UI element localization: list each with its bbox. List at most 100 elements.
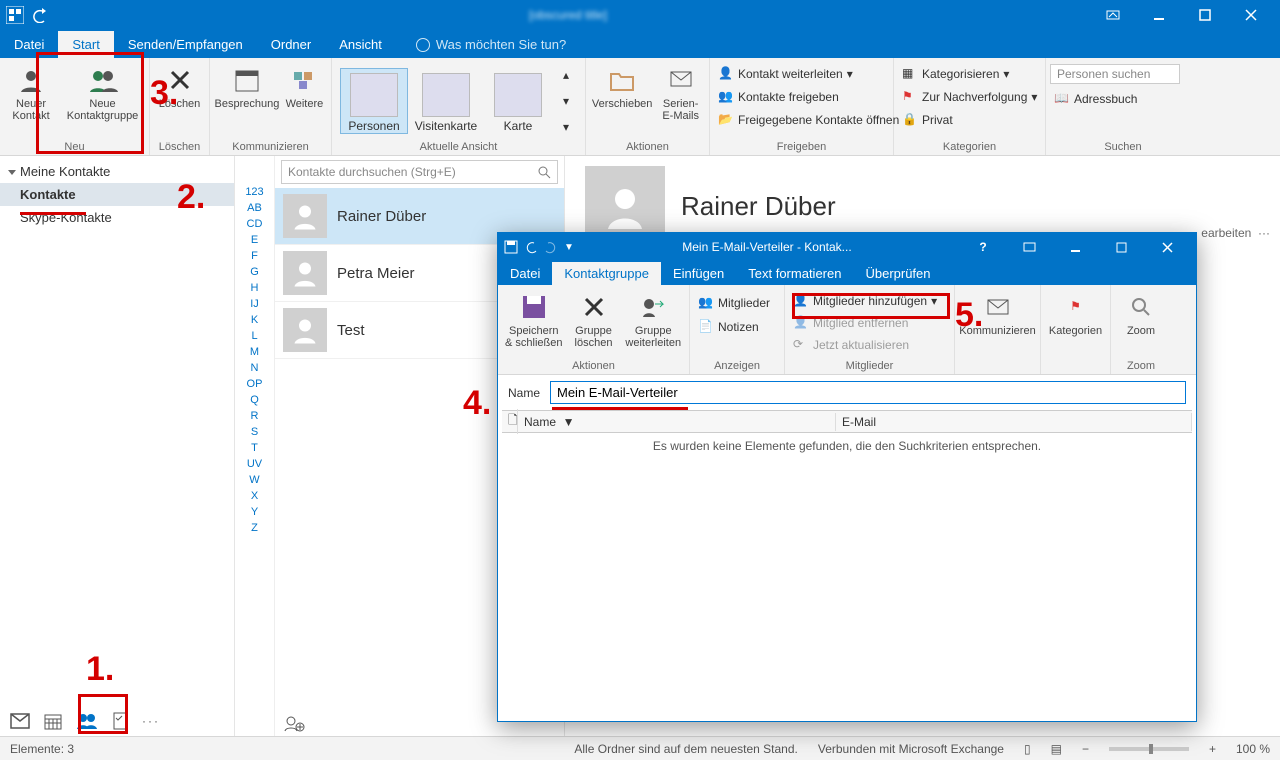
categories-button[interactable]: ⚑Kategorien xyxy=(1045,287,1106,337)
view-karte[interactable]: Karte xyxy=(484,69,552,133)
status-elements: Elemente: 3 xyxy=(10,742,74,756)
delete-group-button[interactable]: Gruppe löschen xyxy=(568,287,620,349)
add-members-button[interactable]: 👤Mitglieder hinzufügen ▾ xyxy=(789,291,941,311)
edit-link[interactable]: earbeiten ··· xyxy=(1201,226,1270,240)
search-icon[interactable] xyxy=(537,165,551,179)
tab-start[interactable]: Start xyxy=(58,31,113,58)
new-contact-group-button[interactable]: Neue Kontaktgruppe xyxy=(60,60,145,122)
ribbon-display-icon[interactable] xyxy=(1090,0,1136,30)
alpha-UV[interactable]: UV xyxy=(247,458,262,470)
alpha-H[interactable]: H xyxy=(251,282,259,294)
alpha-123[interactable]: 123 xyxy=(245,186,263,198)
tell-me[interactable]: Was möchten Sie tun? xyxy=(416,31,566,58)
child-tab-ueberpruefen[interactable]: Überprüfen xyxy=(853,262,942,285)
alpha-AB[interactable]: AB xyxy=(247,202,262,214)
alpha-OP[interactable]: OP xyxy=(247,378,263,390)
alpha-N[interactable]: N xyxy=(251,362,259,374)
undo-icon[interactable] xyxy=(30,7,46,23)
members-button[interactable]: 👥Mitglieder xyxy=(694,293,774,313)
alpha-T[interactable]: T xyxy=(251,442,258,454)
save-close-button[interactable]: Speichern & schließen xyxy=(502,287,566,349)
tab-senden[interactable]: Senden/Empfangen xyxy=(114,31,257,58)
alpha-X[interactable]: X xyxy=(251,490,258,502)
meeting-button[interactable]: Besprechung xyxy=(214,60,280,110)
open-shared-button[interactable]: 📂Freigegebene Kontakte öffnen xyxy=(714,110,903,130)
col-icon[interactable]: 🗋 xyxy=(502,409,518,434)
alpha-CD[interactable]: CD xyxy=(247,218,263,230)
expand-gallery-icon[interactable]: ▾ xyxy=(563,120,569,134)
tasks-icon[interactable] xyxy=(112,712,128,730)
alpha-R[interactable]: R xyxy=(251,410,259,422)
share-contacts-button[interactable]: 👥Kontakte freigeben xyxy=(714,87,843,107)
alpha-Y[interactable]: Y xyxy=(251,506,258,518)
alpha-Q[interactable]: Q xyxy=(250,394,259,406)
delete-button[interactable]: Löschen xyxy=(154,60,205,110)
calendar-icon[interactable] xyxy=(44,712,62,730)
move-button[interactable]: Verschieben xyxy=(590,60,654,110)
nav-header[interactable]: Meine Kontakte xyxy=(0,156,234,183)
child-tab-einfuegen[interactable]: Einfügen xyxy=(661,262,736,285)
col-name[interactable]: Name ▼ xyxy=(518,413,836,431)
more-nav-icon[interactable]: ··· xyxy=(142,714,160,728)
alpha-L[interactable]: L xyxy=(251,330,257,342)
tab-datei[interactable]: Datei xyxy=(0,31,58,58)
new-contact-button[interactable]: Neuer Kontakt xyxy=(4,60,58,122)
alpha-F[interactable]: F xyxy=(251,250,258,262)
zoom-button[interactable]: Zoom xyxy=(1115,287,1167,337)
alpha-S[interactable]: S xyxy=(251,426,258,438)
alpha-IJ[interactable]: IJ xyxy=(250,298,259,310)
help-icon[interactable]: ? xyxy=(960,232,1006,262)
child-tab-text[interactable]: Text formatieren xyxy=(736,262,853,285)
child-group-aktionen: Aktionen xyxy=(502,360,685,374)
tab-ansicht[interactable]: Ansicht xyxy=(325,31,396,58)
nav-item-skype[interactable]: Skype-Kontakte xyxy=(0,206,234,229)
zoom-icon xyxy=(1125,291,1157,323)
mailmerge-button[interactable]: Serien- E-Mails xyxy=(656,60,705,122)
close-icon[interactable] xyxy=(1228,0,1274,30)
save-icon[interactable] xyxy=(504,240,518,254)
alpha-K[interactable]: K xyxy=(251,314,258,326)
forward-group-button[interactable]: Gruppe weiterleiten xyxy=(621,287,685,349)
private-button[interactable]: 🔒Privat xyxy=(898,110,957,130)
addressbook-button[interactable]: 📖Adressbuch xyxy=(1050,89,1141,109)
minimize-icon[interactable] xyxy=(1052,232,1098,262)
tab-ordner[interactable]: Ordner xyxy=(257,31,325,58)
col-email[interactable]: E-Mail xyxy=(836,413,1192,431)
communicate-button[interactable]: Kommunizieren xyxy=(959,287,1036,337)
search-people-input[interactable]: Personen suchen xyxy=(1050,64,1180,84)
alpha-E[interactable]: E xyxy=(251,234,258,246)
undo-icon[interactable] xyxy=(524,240,538,254)
zoom-slider[interactable] xyxy=(1109,747,1189,751)
child-tab-kontaktgruppe[interactable]: Kontaktgruppe xyxy=(552,262,661,285)
zoom-in-icon[interactable]: + xyxy=(1209,742,1216,756)
notes-button[interactable]: 📄Notizen xyxy=(694,317,763,337)
people-icon[interactable] xyxy=(76,712,98,730)
minimize-icon[interactable] xyxy=(1136,0,1182,30)
qat-dropdown-icon[interactable]: ▼ xyxy=(564,242,574,253)
alpha-G[interactable]: G xyxy=(250,266,259,278)
view-visitenkarte[interactable]: Visitenkarte xyxy=(412,69,480,133)
categorize-button[interactable]: ▦Kategorisieren ▾ xyxy=(898,64,1013,84)
scroll-down-icon[interactable]: ▾ xyxy=(563,94,569,108)
more-button[interactable]: Weitere xyxy=(282,60,327,110)
view-normal-icon[interactable]: ▯ xyxy=(1024,742,1031,756)
ribbon-display-icon[interactable] xyxy=(1006,232,1052,262)
zoom-out-icon[interactable]: − xyxy=(1082,742,1089,756)
redo-icon[interactable] xyxy=(544,240,558,254)
alpha-M[interactable]: M xyxy=(250,346,259,358)
group-name-input[interactable] xyxy=(550,381,1186,404)
search-contacts-input[interactable]: Kontakte durchsuchen (Strg+E) xyxy=(281,160,558,184)
view-reading-icon[interactable]: ▤ xyxy=(1051,742,1062,756)
mail-icon[interactable] xyxy=(10,713,30,729)
child-tab-datei[interactable]: Datei xyxy=(498,262,552,285)
alpha-W[interactable]: W xyxy=(249,474,259,486)
maximize-icon[interactable] xyxy=(1098,232,1144,262)
maximize-icon[interactable] xyxy=(1182,0,1228,30)
forward-contact-button[interactable]: 👤Kontakt weiterleiten ▾ xyxy=(714,64,857,84)
followup-button[interactable]: ⚑Zur Nachverfolgung ▾ xyxy=(898,87,1041,107)
close-icon[interactable] xyxy=(1144,232,1190,262)
nav-item-kontakte[interactable]: Kontakte xyxy=(0,183,234,206)
alpha-Z[interactable]: Z xyxy=(251,522,258,534)
view-personen[interactable]: Personen xyxy=(340,68,408,134)
scroll-up-icon[interactable]: ▴ xyxy=(563,68,569,82)
